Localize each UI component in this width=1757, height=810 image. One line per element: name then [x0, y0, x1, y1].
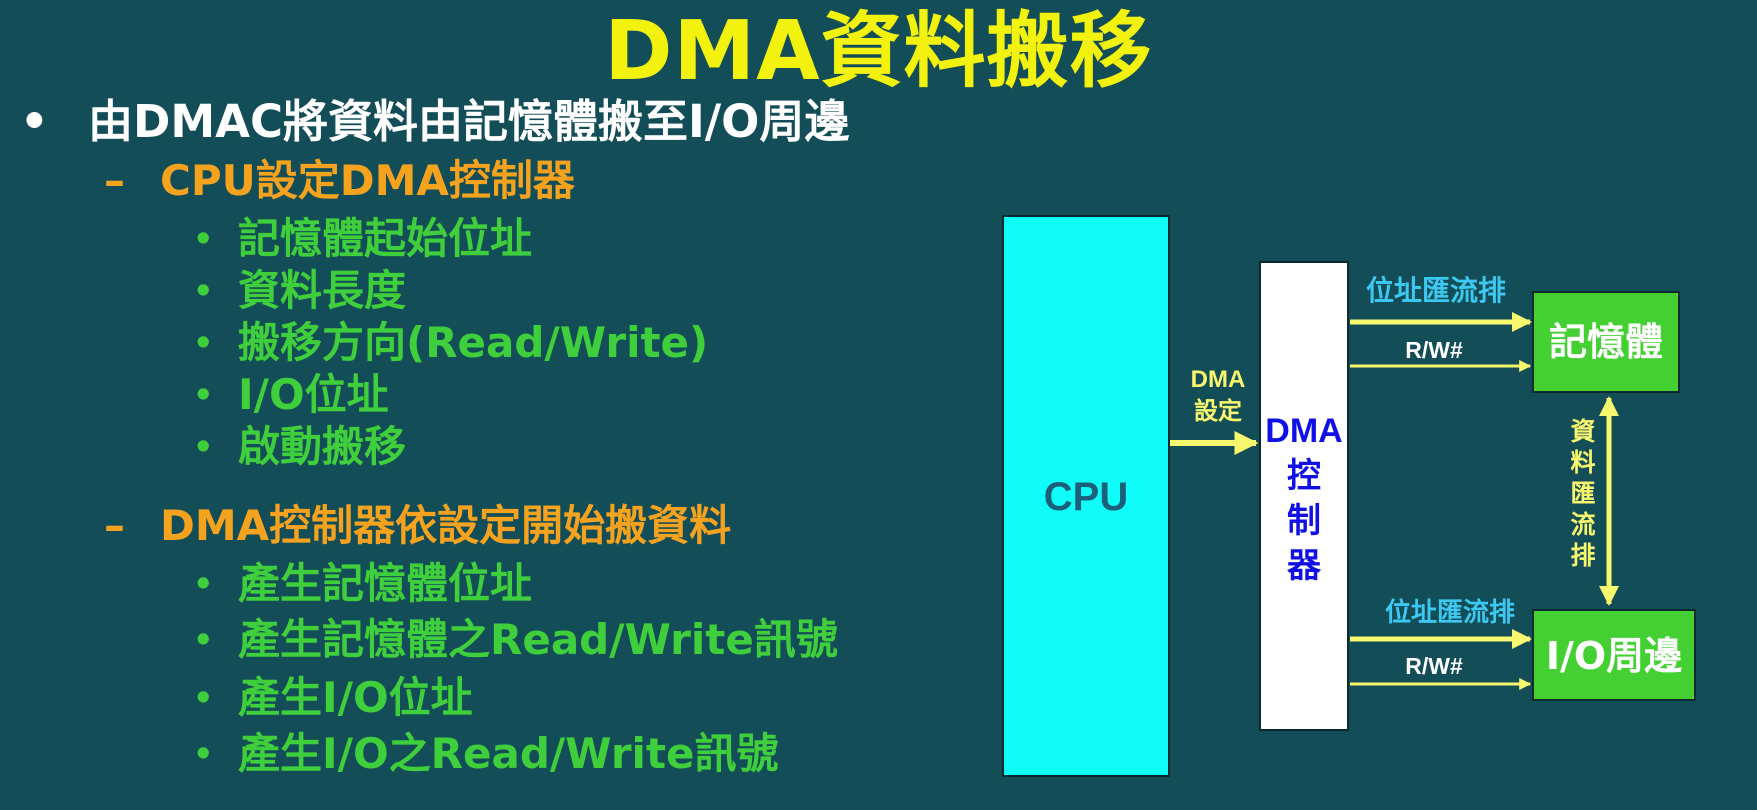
dma-controller-label-line4: 器 — [1287, 546, 1322, 586]
dma-controller-block — [1259, 261, 1349, 731]
io-label: I/O周邊 — [1546, 634, 1682, 678]
dma-diagram: CPU DMA 控 制 器 DMA 設定 記憶體 I/O周邊 位址匯流排 R/W… — [1002, 215, 1696, 777]
data-bus-label-char2: 料 — [1570, 448, 1595, 477]
rw-label-lower: R/W# — [1405, 653, 1463, 679]
dma-setup-label-line2: 設定 — [1194, 397, 1242, 425]
memory-label: 記憶體 — [1549, 320, 1663, 364]
address-bus-label-lower: 位址匯流排 — [1385, 597, 1515, 628]
dma-setup-label-line1: DMA — [1191, 366, 1246, 393]
dma-controller-label-line1: DMA — [1265, 412, 1342, 450]
rw-label-upper: R/W# — [1405, 337, 1463, 363]
address-bus-label-upper: 位址匯流排 — [1366, 274, 1506, 307]
cpu-label: CPU — [1044, 475, 1128, 519]
data-bus-label-char1: 資 — [1570, 417, 1595, 446]
data-bus-label-char4: 流 — [1570, 510, 1595, 539]
dma-controller-label-line2: 控 — [1287, 456, 1321, 496]
data-bus-label-char5: 排 — [1570, 541, 1595, 570]
data-bus-label-char3: 匯 — [1570, 479, 1595, 508]
dma-controller-label-line3: 制 — [1287, 501, 1321, 541]
